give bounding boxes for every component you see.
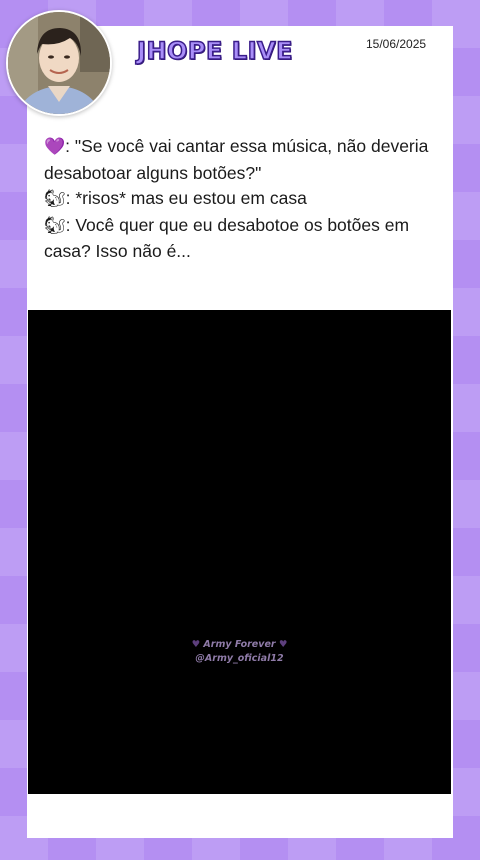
heart-icon: ♥: [191, 639, 201, 650]
profile-avatar[interactable]: [6, 10, 112, 116]
video-watermark: ♥ Army Forever ♥ @Army_oficial12: [28, 638, 451, 666]
avatar-photo: [8, 12, 110, 114]
post-line-text: : *risos* mas eu estou em casa: [65, 188, 307, 208]
post-line-text: : Você quer que eu desabotoe os botões e…: [44, 214, 410, 262]
live-title: JHOPE LIVE: [136, 36, 293, 66]
post-line: 🐿: Você quer que eu desabotoe os botões …: [44, 213, 444, 265]
watermark-handle: @Army_oficial12: [195, 653, 284, 664]
post-text: 💜: "Se você vai cantar essa música, não …: [44, 134, 444, 265]
heart-icon: ♥: [278, 639, 288, 650]
post-date: 15/06/2025: [366, 37, 427, 51]
watermark-line-1: ♥ Army Forever ♥: [28, 638, 451, 652]
post-line-text: : "Se você vai cantar essa música, não d…: [44, 136, 429, 183]
squirrel-icon: 🐿: [44, 215, 66, 236]
watermark-label: Army Forever: [203, 639, 276, 650]
video-player[interactable]: ♥ Army Forever ♥ @Army_oficial12: [28, 310, 451, 794]
post-line: 💜: "Se você vai cantar essa música, não …: [44, 134, 444, 186]
squirrel-icon: 🐿: [44, 189, 66, 209]
post-line: 🐿: *risos* mas eu estou em casa: [44, 186, 444, 213]
purple-heart-icon: 💜: [44, 137, 66, 157]
